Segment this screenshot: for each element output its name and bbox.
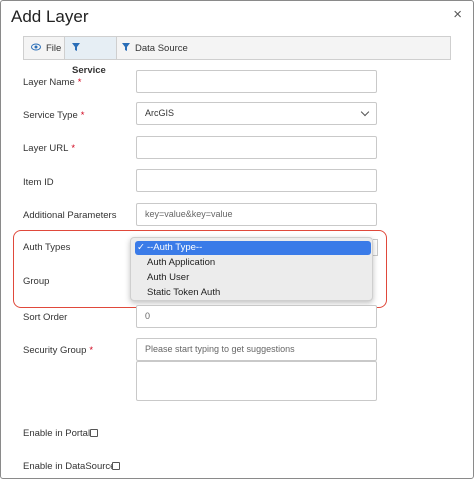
enable-in-datasource-label: Enable in DataSource	[23, 461, 116, 472]
add-layer-modal: Add Layer × File Service Data Source Lay…	[0, 0, 474, 479]
required-marker: *	[77, 77, 82, 88]
enable-in-datasource-checkbox[interactable]	[112, 462, 120, 470]
security-group-list[interactable]	[136, 361, 377, 401]
sort-order-label: Sort Order	[23, 312, 68, 323]
tab-file[interactable]: File	[24, 37, 64, 59]
additional-parameters-input[interactable]: key=value&key=value	[136, 203, 377, 226]
layer-url-input[interactable]	[136, 136, 377, 159]
tab-file-label: File	[46, 43, 62, 54]
tab-bar: File Service Data Source	[23, 36, 451, 76]
sort-order-placeholder: 0	[145, 311, 151, 321]
chevron-down-icon	[360, 107, 370, 117]
security-group-input[interactable]: Please start typing to get suggestions	[136, 338, 377, 361]
enable-in-portal-label: Enable in Portal	[23, 428, 91, 439]
service-type-select[interactable]: ArcGIS	[136, 102, 377, 125]
security-group-placeholder: Please start typing to get suggestions	[145, 344, 295, 354]
additional-parameters-label: Additional Parameters	[23, 210, 117, 221]
service-type-label: Service Type *	[23, 110, 85, 121]
sort-order-input[interactable]: 0	[136, 305, 377, 328]
tab-service-label: Service	[72, 65, 106, 76]
additional-parameters-placeholder: key=value&key=value	[145, 209, 233, 219]
required-marker: *	[80, 110, 85, 121]
tab-data-source-label: Data Source	[135, 43, 188, 54]
close-icon[interactable]: ×	[453, 6, 462, 23]
tab-service[interactable]: Service	[64, 37, 117, 76]
filter-icon	[122, 37, 130, 59]
filter-icon	[72, 37, 80, 59]
eye-icon	[31, 37, 41, 59]
enable-in-portal-checkbox[interactable]	[90, 429, 98, 437]
security-group-label: Security Group *	[23, 345, 94, 356]
modal-header: Add Layer ×	[1, 1, 473, 35]
layer-name-input[interactable]	[136, 70, 377, 93]
layer-name-label: Layer Name *	[23, 77, 82, 88]
item-id-label: Item ID	[23, 177, 54, 188]
required-marker: *	[89, 345, 94, 356]
highlight-annotation	[13, 230, 387, 308]
tab-data-source[interactable]: Data Source	[117, 37, 197, 59]
item-id-input[interactable]	[136, 169, 377, 192]
required-marker: *	[71, 143, 76, 154]
modal-title: Add Layer	[11, 7, 89, 26]
layer-url-label: Layer URL *	[23, 143, 76, 154]
service-type-value: ArcGIS	[145, 108, 175, 118]
